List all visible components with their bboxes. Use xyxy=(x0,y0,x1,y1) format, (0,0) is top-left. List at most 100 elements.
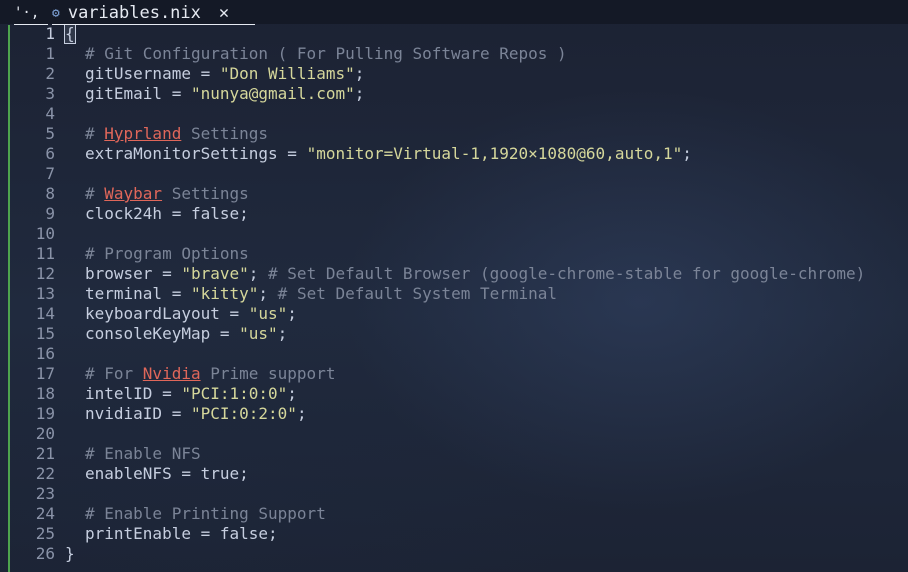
code-token: ; xyxy=(354,84,365,103)
tabline: '·, ⚙ variables.nix ✕ xyxy=(0,0,908,25)
code-token: } xyxy=(65,544,75,563)
code-line[interactable]: 6 extraMonitorSettings = "monitor=Virtual… xyxy=(0,144,908,164)
comment-token: # Set Default Browser (google-chrome-sta… xyxy=(268,264,866,283)
spell-error-token: Waybar xyxy=(104,184,163,203)
string-token: "Don Williams" xyxy=(219,64,355,83)
code-line[interactable]: 26} xyxy=(0,544,908,564)
line-content: gitEmail = "nunya@gmail.com"; xyxy=(65,84,364,104)
code-line[interactable]: 15 consoleKeyMap = "us"; xyxy=(0,324,908,344)
string-token: "nunya@gmail.com" xyxy=(190,84,355,103)
comment-token: # Set Default System Terminal xyxy=(277,284,558,303)
code-token: ; xyxy=(287,384,297,403)
code-line[interactable]: 14 keyboardLayout = "us"; xyxy=(0,304,908,324)
code-line[interactable]: 1{ xyxy=(0,23,908,44)
line-content: # Enable Printing Support xyxy=(65,504,326,524)
code-token: ; xyxy=(296,404,307,423)
code-editor[interactable]: 1{1 # Git Configuration ( For Pulling Sof… xyxy=(0,23,908,564)
string-token: "kitty" xyxy=(190,284,259,303)
code-line[interactable]: 17 # For Nvidia Prime support xyxy=(0,364,908,384)
code-token: ; xyxy=(354,64,365,83)
comment-token: # Enable Printing Support xyxy=(85,504,326,523)
code-line[interactable]: 3 gitEmail = "nunya@gmail.com"; xyxy=(0,84,908,104)
comment-token: Settings xyxy=(181,124,269,143)
code-line[interactable]: 10 xyxy=(0,224,908,244)
code-token: printEnable = false; xyxy=(85,524,278,543)
code-token: nvidiaID = xyxy=(85,404,191,423)
line-content: # Program Options xyxy=(65,244,249,264)
tab-variables-nix[interactable]: ⚙ variables.nix ✕ xyxy=(52,2,255,25)
code-line[interactable]: 1 # Git Configuration ( For Pulling Softw… xyxy=(0,44,908,64)
cursor-brace: { xyxy=(64,23,76,44)
line-content: # For Nvidia Prime support xyxy=(65,364,335,384)
line-content: # Hyprland Settings xyxy=(65,124,268,144)
code-line[interactable]: 7 xyxy=(0,164,908,184)
comment-token: # xyxy=(85,184,105,203)
code-token: ; xyxy=(248,264,269,283)
code-token: keyboardLayout = xyxy=(85,304,249,323)
code-line[interactable]: 4 xyxy=(0,104,908,124)
code-line[interactable]: 8 # Waybar Settings xyxy=(0,184,908,204)
code-line[interactable]: 25 printEnable = false; xyxy=(0,524,908,544)
code-line[interactable]: 2 gitUsername = "Don Williams"; xyxy=(0,64,908,84)
close-icon[interactable]: ✕ xyxy=(219,3,229,23)
spell-error-token: Hyprland xyxy=(104,124,182,143)
line-content: consoleKeyMap = "us"; xyxy=(65,324,287,344)
tab-label: variables.nix xyxy=(67,3,201,23)
comment-token: # xyxy=(85,124,105,143)
git-added-indicator xyxy=(8,25,10,572)
code-token: gitEmail = xyxy=(85,84,191,103)
line-content: # Waybar Settings xyxy=(65,184,249,204)
code-token: ; xyxy=(258,284,278,303)
string-token: "us" xyxy=(248,304,288,323)
comment-token: # For xyxy=(85,364,143,383)
comment-token: # Git Configuration ( For Pulling Softwa… xyxy=(85,44,567,63)
gear-icon: ⚙ xyxy=(52,5,60,21)
line-content: keyboardLayout = "us"; xyxy=(65,304,297,324)
code-line[interactable]: 19 nvidiaID = "PCI:0:2:0"; xyxy=(0,404,908,424)
comment-token: # Enable NFS xyxy=(85,444,201,463)
string-token: "brave" xyxy=(181,264,249,283)
string-token: "PCI:1:0:0" xyxy=(181,384,288,403)
code-line[interactable]: 5 # Hyprland Settings xyxy=(0,124,908,144)
code-token: terminal = xyxy=(85,284,191,303)
code-line[interactable]: 22 enableNFS = true; xyxy=(0,464,908,484)
line-content: extraMonitorSettings = "monitor=Virtual-… xyxy=(65,144,692,164)
line-content: gitUsername = "Don Williams"; xyxy=(65,64,364,84)
code-line[interactable]: 23 xyxy=(0,484,908,504)
comment-token: # Program Options xyxy=(85,244,249,263)
code-line[interactable]: 12 browser = "brave"; # Set Default Brows… xyxy=(0,264,908,284)
string-token: "us" xyxy=(239,324,278,343)
tab-label: '·, xyxy=(14,5,40,21)
line-content: printEnable = false; xyxy=(65,524,278,544)
code-line[interactable]: 13 terminal = "kitty"; # Set Default Syst… xyxy=(0,284,908,304)
line-content: clock24h = false; xyxy=(65,204,249,224)
code-token: ; xyxy=(277,324,288,343)
code-line[interactable]: 9 clock24h = false; xyxy=(0,204,908,224)
code-line[interactable]: 16 xyxy=(0,344,908,364)
string-token: "PCI:0:2:0" xyxy=(190,404,297,423)
line-content: { xyxy=(64,23,76,44)
code-token: extraMonitorSettings = xyxy=(85,144,307,163)
code-token: clock24h = false; xyxy=(85,204,249,223)
line-content: terminal = "kitty"; # Set Default System… xyxy=(65,284,557,304)
code-token: enableNFS = true; xyxy=(85,464,249,483)
code-token: gitUsername = xyxy=(85,64,220,83)
comment-token: Prime support xyxy=(200,364,336,383)
code-line[interactable]: 20 xyxy=(0,424,908,444)
code-line[interactable]: 18 intelID = "PCI:1:0:0"; xyxy=(0,384,908,404)
code-token: ; xyxy=(682,144,692,163)
line-content: # Git Configuration ( For Pulling Softwa… xyxy=(65,44,567,64)
code-line[interactable]: 24 # Enable Printing Support xyxy=(0,504,908,524)
spell-error-token: Nvidia xyxy=(142,364,201,383)
line-content: nvidiaID = "PCI:0:2:0"; xyxy=(65,404,307,424)
code-token: browser = xyxy=(85,264,182,283)
line-content: enableNFS = true; xyxy=(65,464,249,484)
code-token: consoleKeyMap = xyxy=(85,324,240,343)
code-line[interactable]: 11 # Program Options xyxy=(0,244,908,264)
string-token: "monitor=Virtual-1,1920×1080@60,auto,1" xyxy=(306,144,683,163)
code-line[interactable]: 21 # Enable NFS xyxy=(0,444,908,464)
code-token: intelID = xyxy=(85,384,182,403)
tab-buffer-1[interactable]: '·, xyxy=(14,2,48,25)
line-content: } xyxy=(65,544,75,564)
code-token: ; xyxy=(287,304,297,323)
